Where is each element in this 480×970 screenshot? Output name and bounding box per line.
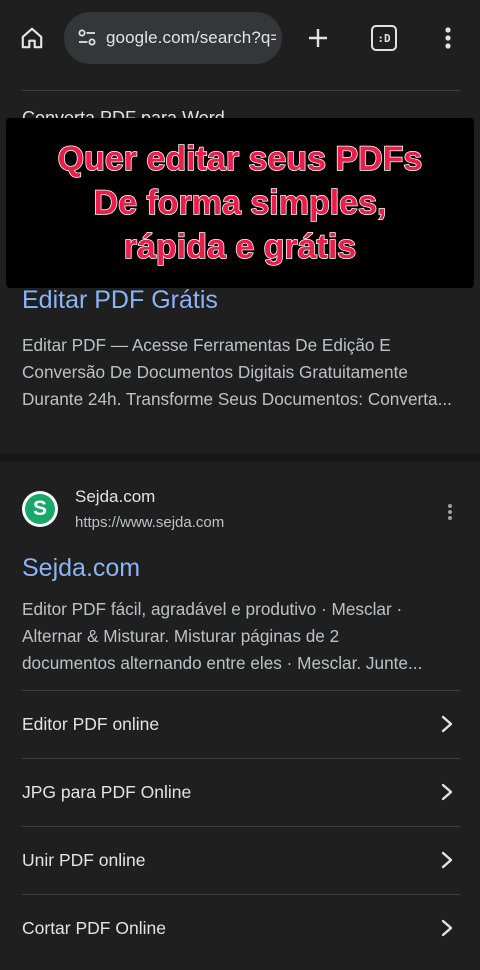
snippet-line: Editor PDF fácil, agradável e produtivo … (22, 599, 403, 619)
caption-line: Quer editar seus PDFs (57, 139, 423, 179)
search-result-2: S Sejda.com https://www.sejda.com Sejda.… (0, 462, 480, 970)
sitelinks-list: Editor PDF online JPG para PDF Online Un… (22, 690, 460, 962)
chevron-right-icon (441, 851, 453, 869)
tab-count-badge: :D (371, 25, 397, 51)
result-title-link[interactable]: Editar PDF Grátis (22, 286, 218, 315)
caption-overlay: Quer editar seus PDFs De forma simples, … (6, 118, 474, 288)
url-text[interactable]: google.com/search?q= (106, 28, 276, 48)
home-button[interactable] (14, 20, 50, 56)
more-vert-icon (445, 27, 451, 49)
snippet-line: documentos alternando entre eles · Mescl… (22, 653, 423, 673)
sitelink-unir-pdf-online[interactable]: Unir PDF online (22, 826, 460, 894)
result-title-link[interactable]: Sejda.com (22, 554, 140, 583)
site-name[interactable]: Sejda.com (75, 487, 155, 507)
result-snippet: Editor PDF fácil, agradável e produtivo … (22, 596, 458, 677)
site-url[interactable]: https://www.sejda.com (75, 514, 224, 531)
sitelink-jpg-para-pdf[interactable]: JPG para PDF Online (22, 758, 460, 826)
tab-switcher-button[interactable]: :D (366, 20, 402, 56)
browser-toolbar: google.com/search?q= :D (0, 0, 480, 76)
sitelink-label: Cortar PDF Online (22, 918, 166, 938)
new-tab-button[interactable] (300, 20, 336, 56)
site-favicon[interactable]: S (22, 491, 58, 527)
result-options-button[interactable] (440, 500, 460, 524)
result-separator (0, 454, 480, 462)
browser-menu-button[interactable] (430, 20, 466, 56)
address-bar[interactable]: google.com/search?q= (64, 12, 282, 64)
caption-line: rápida e grátis (123, 227, 357, 267)
plus-icon (309, 29, 327, 47)
favicon-letter: S (25, 494, 55, 524)
home-icon (21, 27, 43, 49)
caption-line: De forma simples, (93, 183, 387, 223)
sitelink-label: JPG para PDF Online (22, 782, 192, 802)
more-vert-icon (448, 504, 452, 520)
divider (22, 90, 460, 91)
sitelink-cortar-pdf-online[interactable]: Cortar PDF Online (22, 894, 460, 962)
sitelink-label: Unir PDF online (22, 850, 146, 870)
result-snippet: Editar PDF — Acesse Ferramentas De Ediçã… (22, 335, 452, 409)
chevron-right-icon (441, 715, 453, 733)
sitelink-label: Editor PDF online (22, 714, 160, 734)
site-settings-icon[interactable] (76, 27, 98, 49)
snippet-line: Alternar & Misturar. Misturar páginas de… (22, 626, 340, 646)
chevron-right-icon (441, 919, 453, 937)
chevron-right-icon (441, 783, 453, 801)
sitelink-editor-pdf-online[interactable]: Editor PDF online (22, 690, 460, 758)
